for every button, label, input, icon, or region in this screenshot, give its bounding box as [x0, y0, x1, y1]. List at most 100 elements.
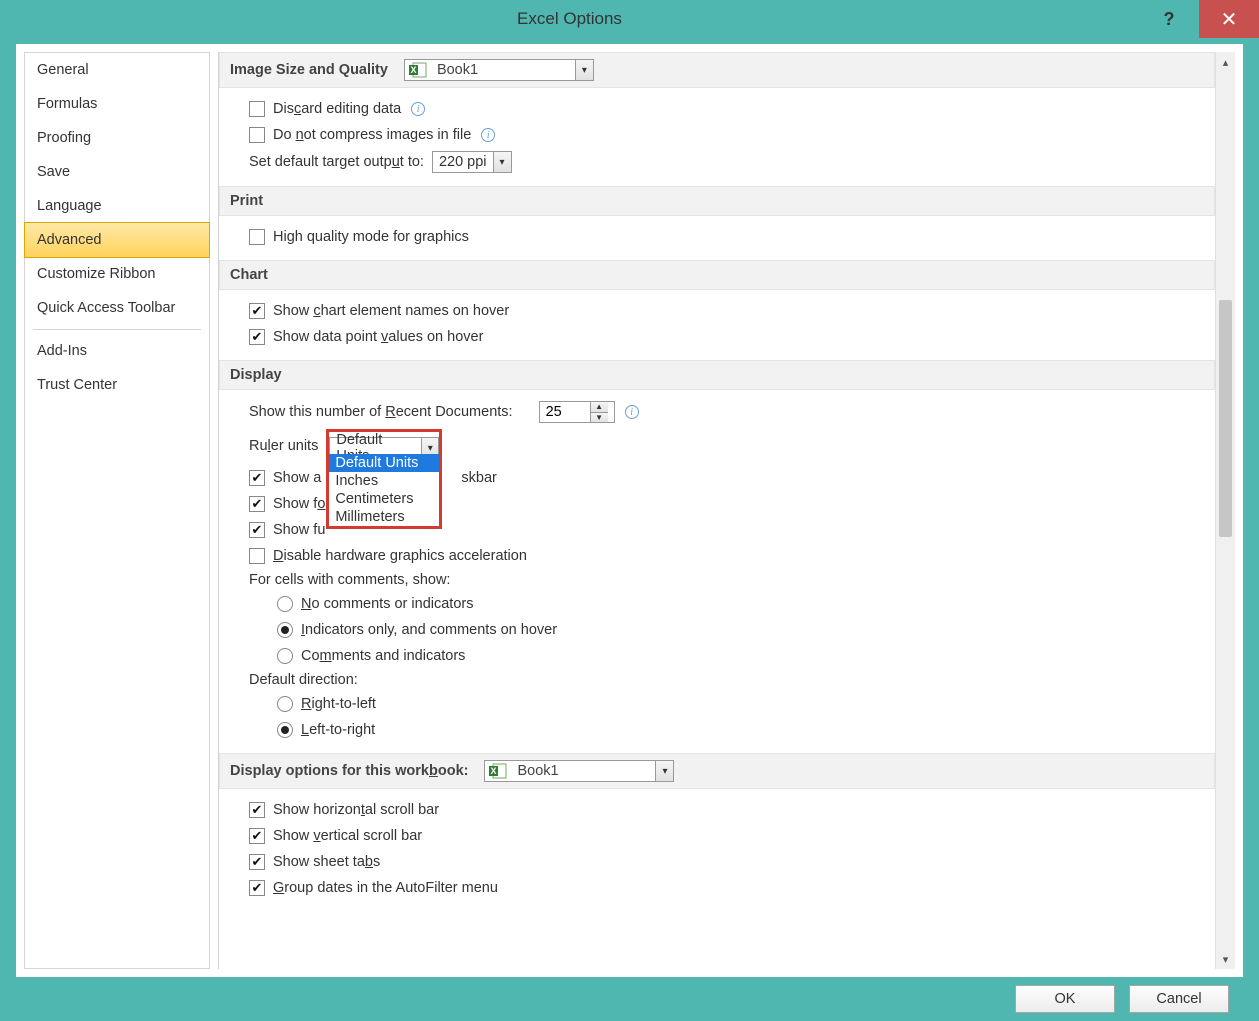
sidebar-divider [33, 329, 201, 330]
scrollbar-thumb[interactable] [1219, 300, 1232, 537]
cancel-button[interactable]: Cancel [1129, 985, 1229, 1013]
direction-rtl-radio[interactable] [277, 696, 293, 712]
ruler-units-option-inches[interactable]: Inches [329, 472, 439, 490]
dialog-body: General Formulas Proofing Save Language … [16, 44, 1243, 977]
section-header-chart: Chart [219, 260, 1215, 290]
section-title-image-quality: Image Size and Quality [230, 62, 388, 78]
sidebar: General Formulas Proofing Save Language … [24, 52, 210, 969]
direction-ltr-label: Left-to-right [301, 722, 375, 738]
scrollbar-track[interactable] [1216, 72, 1235, 949]
show-all-windows-checkbox[interactable]: ✔ [249, 470, 265, 486]
sidebar-item-quick-access-toolbar[interactable]: Quick Access Toolbar [25, 291, 209, 325]
ruler-units-option-millimeters[interactable]: Millimeters [329, 508, 439, 526]
ok-button[interactable]: OK [1015, 985, 1115, 1013]
sheet-tabs-label: Show sheet tabs [273, 854, 380, 870]
direction-group-label: Default direction: [249, 669, 1203, 691]
data-point-values-label: Show data point values on hover [273, 329, 483, 345]
ruler-units-label: Ruler units [249, 438, 318, 454]
titlebar: Excel Options ? ✕ [0, 0, 1259, 38]
ruler-units-dropdown-list: Default Units Inches Centimeters Millime… [326, 454, 442, 529]
target-output-select[interactable]: 220 ppi ▾ [432, 151, 512, 173]
workbook-display-value: Book1 [511, 763, 564, 779]
comments-both-label: Comments and indicators [301, 648, 465, 664]
recent-documents-spinner[interactable]: ▲ ▼ [539, 401, 615, 423]
vscroll-label: Show vertical scroll bar [273, 828, 422, 844]
show-formula-bar-checkbox[interactable]: ✔ [249, 496, 265, 512]
window-title: Excel Options [0, 9, 1139, 29]
spinner-down-icon[interactable]: ▼ [591, 413, 608, 423]
sidebar-item-add-ins[interactable]: Add-Ins [25, 334, 209, 368]
chevron-down-icon: ▾ [655, 761, 673, 781]
show-function-screentips-label-start: Show fu [273, 522, 325, 538]
dialog-footer: OK Cancel [16, 977, 1243, 1021]
close-button[interactable]: ✕ [1199, 0, 1259, 38]
direction-rtl-label: Right-to-left [301, 696, 376, 712]
show-all-windows-label-start: Show a [273, 470, 321, 486]
comments-none-radio[interactable] [277, 596, 293, 612]
data-point-values-checkbox[interactable]: ✔ [249, 329, 265, 345]
vscroll-checkbox[interactable]: ✔ [249, 828, 265, 844]
section-title-chart: Chart [230, 267, 268, 283]
sidebar-item-proofing[interactable]: Proofing [25, 121, 209, 155]
no-compress-label: Do not compress images in file [273, 127, 471, 143]
group-dates-checkbox[interactable]: ✔ [249, 880, 265, 896]
workbook-display-select[interactable]: X Book1 ▾ [484, 760, 674, 782]
section-header-print: Print [219, 186, 1215, 216]
spinner-up-icon[interactable]: ▲ [591, 402, 608, 413]
section-title-print: Print [230, 193, 263, 209]
ruler-units-select-highlight: Default Units ▾ Default Units Inches Cen… [326, 429, 442, 462]
chart-element-names-label: Show chart element names on hover [273, 303, 509, 319]
info-icon[interactable]: i [411, 102, 425, 116]
no-compress-checkbox[interactable] [249, 127, 265, 143]
group-dates-label: Group dates in the AutoFilter menu [273, 880, 498, 896]
comments-both-radio[interactable] [277, 648, 293, 664]
scrollbar-up-icon[interactable]: ▴ [1216, 52, 1235, 72]
excel-workbook-icon: X [489, 763, 507, 779]
image-quality-workbook-value: Book1 [431, 62, 484, 78]
info-icon[interactable]: i [481, 128, 495, 142]
info-icon[interactable]: i [625, 405, 639, 419]
excel-workbook-icon: X [409, 62, 427, 78]
chart-element-names-checkbox[interactable]: ✔ [249, 303, 265, 319]
content-pane: Image Size and Quality X Book1 ▾ Discard… [218, 52, 1235, 969]
comments-indicators-radio[interactable] [277, 622, 293, 638]
hscroll-label: Show horizontal scroll bar [273, 802, 439, 818]
sidebar-item-save[interactable]: Save [25, 155, 209, 189]
image-quality-workbook-select[interactable]: X Book1 ▾ [404, 59, 594, 81]
discard-editing-data-label: Discard editing data [273, 101, 401, 117]
hscroll-checkbox[interactable]: ✔ [249, 802, 265, 818]
disable-hardware-accel-checkbox[interactable] [249, 548, 265, 564]
high-quality-graphics-label: High quality mode for graphics [273, 229, 469, 245]
content-scroll: Image Size and Quality X Book1 ▾ Discard… [219, 52, 1215, 969]
comments-none-label: No comments or indicators [301, 596, 473, 612]
recent-documents-value[interactable] [540, 404, 590, 420]
recent-documents-label: Show this number of Recent Documents: [249, 404, 513, 420]
sidebar-item-trust-center[interactable]: Trust Center [25, 368, 209, 402]
scrollbar-down-icon[interactable]: ▾ [1216, 949, 1235, 969]
section-header-workbook-display: Display options for this workbook: X Boo… [219, 753, 1215, 789]
section-header-image-quality: Image Size and Quality X Book1 ▾ [219, 52, 1215, 88]
svg-text:X: X [491, 766, 497, 776]
disable-hardware-accel-label: Disable hardware graphics acceleration [273, 548, 527, 564]
vertical-scrollbar[interactable]: ▴ ▾ [1215, 52, 1235, 969]
ruler-units-option-default[interactable]: Default Units [329, 454, 439, 472]
comments-indicators-label: Indicators only, and comments on hover [301, 622, 557, 638]
svg-text:X: X [410, 65, 416, 75]
sidebar-item-general[interactable]: General [25, 53, 209, 87]
direction-ltr-radio[interactable] [277, 722, 293, 738]
chevron-down-icon: ▾ [493, 152, 511, 172]
section-header-display: Display [219, 360, 1215, 390]
high-quality-graphics-checkbox[interactable] [249, 229, 265, 245]
help-button[interactable]: ? [1139, 0, 1199, 38]
discard-editing-data-checkbox[interactable] [249, 101, 265, 117]
ruler-units-option-centimeters[interactable]: Centimeters [329, 490, 439, 508]
sidebar-item-customize-ribbon[interactable]: Customize Ribbon [25, 257, 209, 291]
comments-group-label: For cells with comments, show: [249, 569, 1203, 591]
chevron-down-icon: ▾ [575, 60, 593, 80]
sheet-tabs-checkbox[interactable]: ✔ [249, 854, 265, 870]
sidebar-item-language[interactable]: Language [25, 189, 209, 223]
sidebar-item-formulas[interactable]: Formulas [25, 87, 209, 121]
show-function-screentips-checkbox[interactable]: ✔ [249, 522, 265, 538]
section-title-workbook-display: Display options for this workbook: [230, 763, 468, 779]
sidebar-item-advanced[interactable]: Advanced [24, 222, 210, 258]
